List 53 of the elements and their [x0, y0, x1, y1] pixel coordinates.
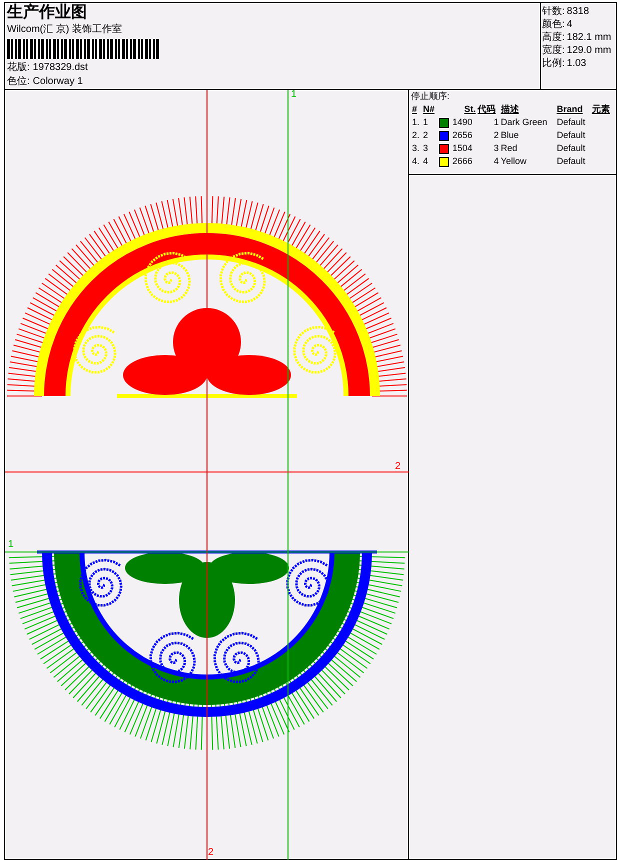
table-cell-text: Dark Green [500, 116, 548, 129]
table-cell-text: 2 [422, 129, 429, 142]
table-cell-text: 1 [492, 116, 500, 129]
guide-marker: 2 [208, 848, 214, 858]
stat-label: 比例: [542, 57, 565, 70]
table-cell-text: 3. [411, 142, 421, 155]
table-cell-text: 2 [492, 129, 500, 142]
column-header: # [411, 103, 418, 116]
stat-label: 高度: [542, 31, 565, 44]
stat-value: 1.03 [566, 57, 586, 70]
company-name: Wilcom(汇 京) 装饰工作室 [7, 23, 123, 37]
stat-label: 宽度: [542, 44, 565, 57]
field-value: 1978329.dst [32, 61, 88, 75]
guide-marker: 1 [291, 90, 297, 100]
column-header: N# [422, 103, 436, 116]
column-header: 元素 [590, 103, 611, 116]
table-cell-text: 1. [411, 116, 421, 129]
table-cell-text: Default [556, 129, 586, 142]
field-label: 花版: [7, 61, 30, 75]
column-header: 代码 [476, 103, 497, 116]
stat-value: 129.0 mm [566, 44, 612, 57]
stat-label: 颜色: [542, 18, 565, 31]
stat-value: 8318 [566, 5, 590, 18]
document-title: 生产作业图 [7, 3, 88, 23]
table-cell-text: Red [500, 142, 518, 155]
section-title: 停止顺序: [411, 90, 451, 103]
table-cell-text: 2. [411, 129, 421, 142]
table-cell-text: 1504 [451, 142, 474, 155]
table-cell-text: 1490 [451, 116, 474, 129]
table-cell-text: 4 [422, 155, 429, 168]
table-cell-text: Default [556, 155, 586, 168]
guide-marker: 2 [395, 462, 401, 472]
table-cell-text: 3 [422, 142, 429, 155]
stat-label: 针数: [542, 5, 565, 18]
table-cell-text: 4 [492, 155, 500, 168]
stat-value: 4 [566, 18, 572, 31]
table-cell-text: Default [556, 142, 586, 155]
table-cell-text: 4. [411, 155, 421, 168]
stat-value: 182.1 mm [566, 31, 612, 44]
table-cell-text: Yellow [500, 155, 528, 168]
field-label: 色位: [7, 75, 30, 89]
guide-marker: 1 [8, 540, 14, 550]
field-value: Colorway 1 [32, 75, 83, 89]
column-header: 描述 [500, 103, 520, 116]
table-cell-text: Blue [500, 129, 520, 142]
column-header: St. [463, 103, 477, 116]
table-cell-text: 2666 [451, 155, 474, 168]
table-cell-text: Default [556, 116, 586, 129]
table-cell-text: 3 [492, 142, 500, 155]
table-cell-text: 1 [422, 116, 429, 129]
barcode-icon [7, 39, 161, 59]
table-cell-text: 2656 [451, 129, 474, 142]
column-header: Brand [556, 103, 584, 116]
